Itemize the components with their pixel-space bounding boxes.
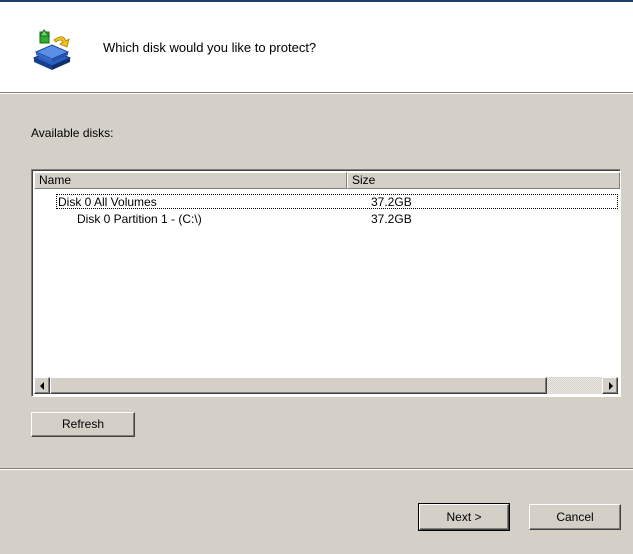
list-header: Name Size xyxy=(34,172,620,189)
disk-protect-icon xyxy=(30,28,74,72)
scroll-left-button[interactable] xyxy=(34,377,50,394)
scroll-thumb[interactable] xyxy=(50,377,547,394)
footer-separator-highlight xyxy=(0,469,633,470)
arrow-right-icon xyxy=(609,382,613,390)
list-item[interactable]: Disk 0 All Volumes 37.2GB xyxy=(34,194,618,210)
cancel-button[interactable]: Cancel xyxy=(529,504,621,530)
list-item[interactable]: Disk 0 Partition 1 - (C:\) 37.2GB xyxy=(34,211,618,227)
header-separator-highlight xyxy=(0,93,633,94)
disk-name: Disk 0 All Volumes xyxy=(58,195,157,209)
arrow-left-icon xyxy=(40,382,44,390)
wizard-header: Which disk would you like to protect? xyxy=(0,0,633,92)
disk-size: 37.2GB xyxy=(371,195,412,209)
horizontal-scrollbar[interactable] xyxy=(34,377,618,394)
disk-list[interactable]: Name Size Disk 0 All Volumes 37.2GB Disk… xyxy=(31,169,621,397)
disk-name: Disk 0 Partition 1 - (C:\) xyxy=(77,212,202,226)
refresh-button[interactable]: Refresh xyxy=(31,412,135,437)
header-top-border xyxy=(0,0,633,2)
disk-size: 37.2GB xyxy=(371,212,412,226)
next-button[interactable]: Next > xyxy=(418,503,510,531)
column-header-name[interactable]: Name xyxy=(34,172,347,189)
scroll-right-button[interactable] xyxy=(602,377,618,394)
wizard-title: Which disk would you like to protect? xyxy=(103,40,317,55)
column-header-size[interactable]: Size xyxy=(347,172,620,189)
available-disks-label: Available disks: xyxy=(31,126,114,140)
